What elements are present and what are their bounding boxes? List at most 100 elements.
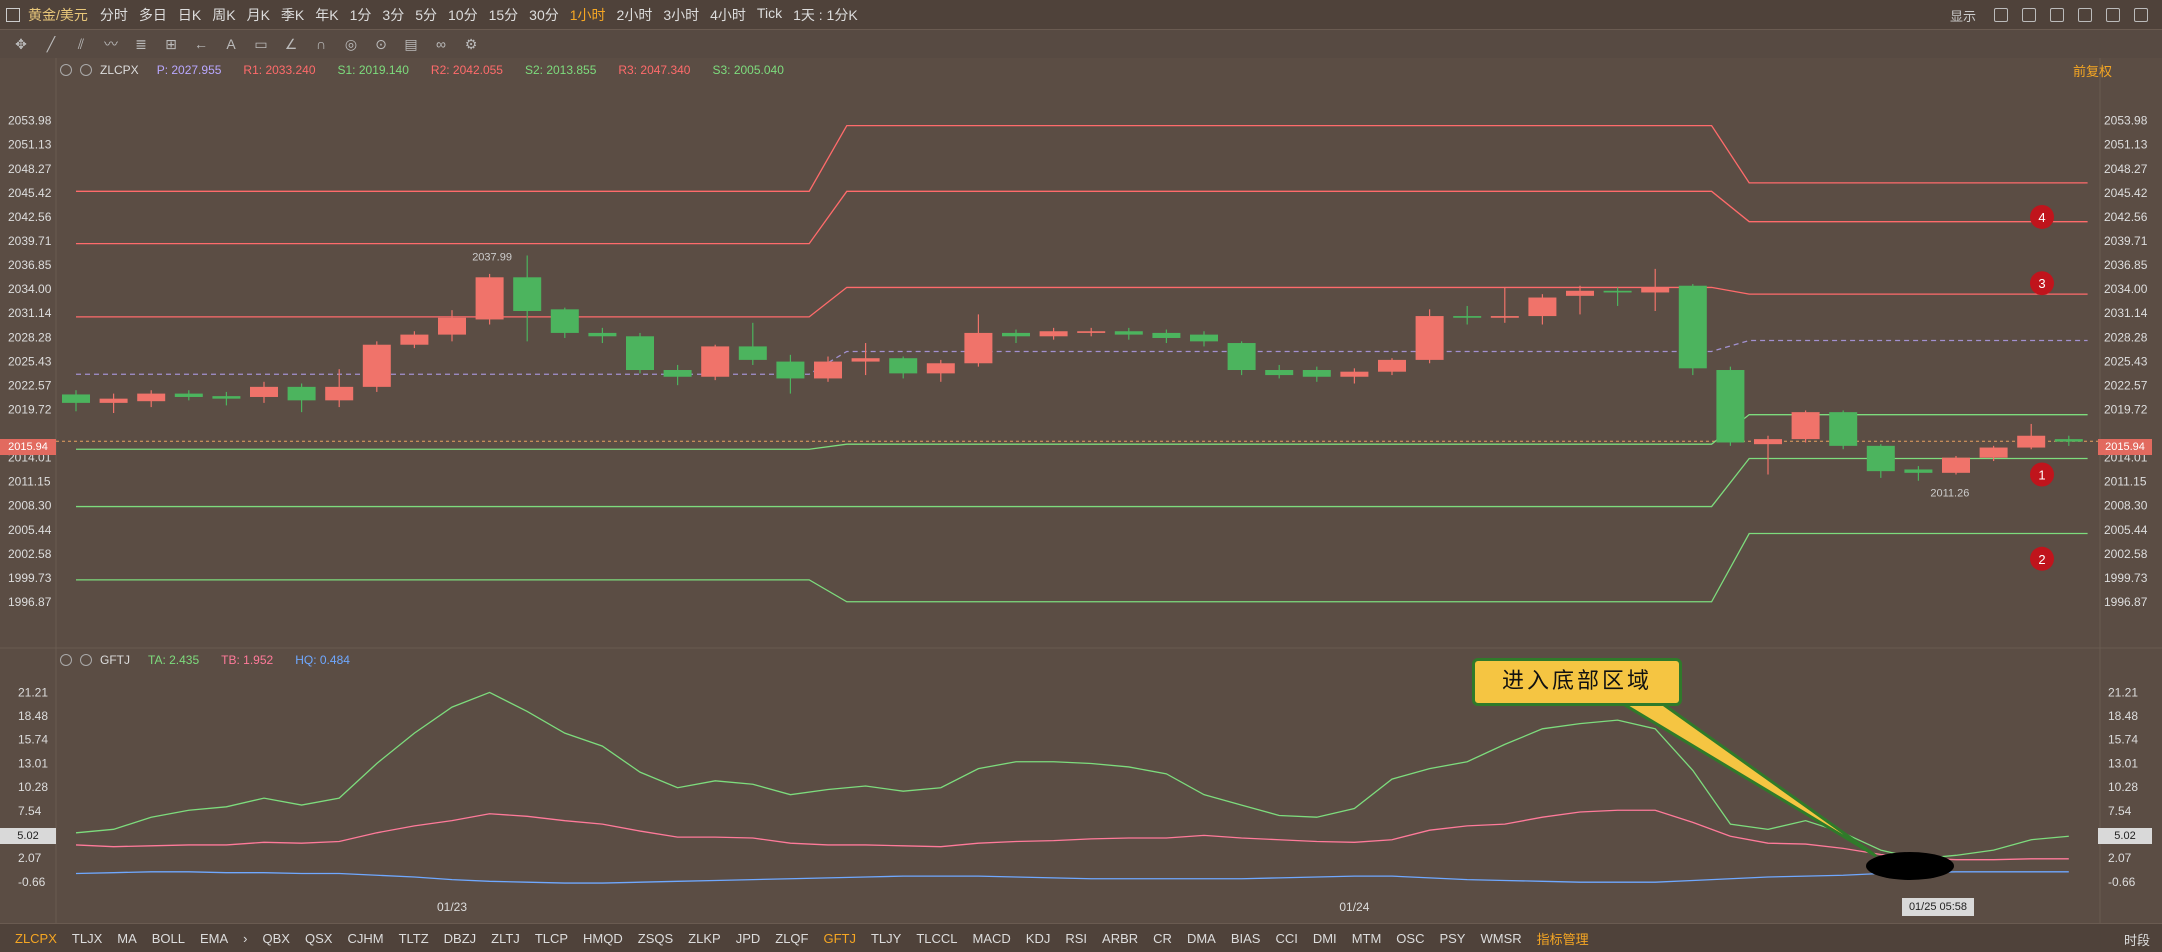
indicator-tab[interactable]: MA [117, 931, 137, 946]
indicator-tab[interactable]: GFTJ [823, 931, 856, 946]
indicator-tab[interactable]: OSC [1396, 931, 1424, 946]
period-tab[interactable]: 分时 [100, 5, 128, 25]
indicator-tab[interactable]: ZLQF [775, 931, 808, 946]
gear-icon[interactable]: ⚙ [462, 35, 480, 53]
indicator-tab[interactable]: DMI [1313, 931, 1337, 946]
period-tab[interactable]: 1分 [350, 5, 372, 25]
sub-legend-settings-icon[interactable] [60, 654, 72, 666]
indicator-tab[interactable]: TLJX [72, 931, 102, 946]
indicator-tab[interactable]: KDJ [1026, 931, 1051, 946]
sub-legend-indicator-name[interactable]: GFTJ [100, 653, 130, 667]
top-right-controls: 显示 [1950, 0, 2162, 30]
line-tool-icon[interactable]: ╱ [42, 35, 60, 53]
y-tick-right: 2011.15 [2104, 475, 2147, 489]
candle-body [1829, 412, 1858, 446]
hide-icon[interactable]: ◎ [342, 35, 360, 53]
period-tab[interactable]: 15分 [489, 5, 519, 25]
period-tab[interactable]: 1天 : 1分K [793, 5, 858, 25]
period-tab[interactable]: 5分 [415, 5, 437, 25]
indicator-tab[interactable]: EMA [200, 931, 228, 946]
wave-tool-icon[interactable]: 〰 [102, 35, 120, 53]
indicator-tab[interactable]: TLCCL [916, 931, 957, 946]
indicator-tab[interactable]: TLJY [871, 931, 901, 946]
indicator-tab[interactable]: ARBR [1102, 931, 1138, 946]
indicator-tab[interactable]: DBZJ [444, 931, 477, 946]
period-tab[interactable]: 多日 [139, 5, 167, 25]
arrow-tool-icon[interactable]: ← [192, 35, 210, 53]
period-tab[interactable]: 3小时 [663, 5, 699, 25]
series-tb [75, 809, 2069, 861]
indicator-tab[interactable]: TLCP [535, 931, 568, 946]
period-tab[interactable]: 周K [212, 5, 235, 25]
indicator-tab[interactable]: ZSQS [638, 931, 673, 946]
y-tick-right: 2034.00 [2104, 282, 2148, 296]
indicator-tab[interactable]: HMQD [583, 931, 623, 946]
move-icon[interactable]: ✥ [12, 35, 30, 53]
edit-icon[interactable] [2078, 8, 2092, 22]
indicator-tab[interactable]: ZLKP [688, 931, 721, 946]
period-tab[interactable]: 10分 [448, 5, 478, 25]
indicator-tab[interactable]: RSI [1065, 931, 1087, 946]
layout-icon[interactable] [6, 7, 20, 22]
y-tick-right: 1999.73 [2104, 571, 2148, 585]
fullscreen-icon[interactable] [2106, 8, 2120, 22]
indicator-tab[interactable]: MACD [973, 931, 1011, 946]
symbol-selector[interactable]: 黄金/美元 [28, 5, 88, 25]
indicator-tab[interactable]: DMA [1187, 931, 1216, 946]
indicator-tab[interactable]: MTM [1352, 931, 1382, 946]
chart-canvas[interactable]: 2053.98 2053.98 2051.13 2051.13 2048.27 2048.… [0, 58, 2162, 923]
indicator-tab[interactable]: QSX [305, 931, 332, 946]
measure-tool-icon[interactable]: ∠ [282, 35, 300, 53]
y-tick-left: 1999.73 [8, 571, 52, 585]
indicator-tab[interactable]: WMSR [1480, 931, 1521, 946]
indicator-tab[interactable]: ZLCPX [15, 931, 57, 946]
y-tick-right: 2048.27 [2104, 162, 2148, 176]
legend-settings-icon[interactable] [60, 64, 72, 76]
indicator-tab[interactable]: QBX [263, 931, 290, 946]
indicator-tab[interactable]: ZLTJ [491, 931, 520, 946]
gann-tool-icon[interactable]: ⊞ [162, 35, 180, 53]
period-tab[interactable]: 日K [178, 5, 201, 25]
expand-icon[interactable] [2134, 8, 2148, 22]
text-tool-icon[interactable]: A [222, 35, 240, 53]
candle-body [1265, 370, 1294, 376]
sub-y-tick-right: 7.54 [2108, 804, 2132, 818]
candle-body [1453, 316, 1482, 318]
period-tab[interactable]: 3分 [382, 5, 404, 25]
period-tab[interactable]: 季K [281, 5, 304, 25]
period-tab[interactable]: 1小时 [570, 5, 606, 25]
lock-icon[interactable]: ⊙ [372, 35, 390, 53]
link-icon[interactable]: ∞ [432, 35, 450, 53]
indicator-tab[interactable]: CJHM [347, 931, 383, 946]
session-label[interactable]: 时段 [2124, 930, 2150, 949]
indicator-tab[interactable]: PSY [1439, 931, 1465, 946]
channel-tool-icon[interactable]: ⫽ [72, 35, 90, 53]
indicator-tab[interactable]: JPD [736, 931, 761, 946]
indicator-tab[interactable]: BOLL [152, 931, 185, 946]
display-menu[interactable]: 显示 [1950, 6, 1976, 25]
period-tab[interactable]: 4小时 [710, 5, 746, 25]
trash-icon[interactable]: ▤ [402, 35, 420, 53]
indicator-tab[interactable]: TLTZ [399, 931, 429, 946]
camera-icon[interactable] [2050, 8, 2064, 22]
indicator-tab[interactable]: CR [1153, 931, 1172, 946]
period-tab[interactable]: 月K [247, 5, 270, 25]
magnet-icon[interactable]: ∩ [312, 35, 330, 53]
comment-tool-icon[interactable]: ▭ [252, 35, 270, 53]
period-tab[interactable]: 30分 [529, 5, 559, 25]
settings-icon[interactable] [1994, 8, 2008, 22]
top-toolbar: 黄金/美元 分时 多日 日K 周K 月K 季K 年K 1分 3分 5分 10分 15分 30分 1小时 2小… [0, 0, 2162, 30]
indicator-tab[interactable]: › [243, 931, 247, 946]
period-tab[interactable]: 2小时 [617, 5, 653, 25]
indicator-tab[interactable]: CCI [1275, 931, 1297, 946]
legend-close-icon[interactable] [80, 64, 92, 76]
period-tab[interactable]: Tick [757, 5, 782, 25]
fib-tool-icon[interactable]: ≣ [132, 35, 150, 53]
window-icon[interactable] [2022, 8, 2036, 22]
legend-indicator-name[interactable]: ZLCPX [100, 63, 139, 77]
period-tab[interactable]: 年K [315, 5, 338, 25]
price-adjust-label[interactable]: 前复权 [2073, 61, 2112, 80]
sub-legend-close-icon[interactable] [80, 654, 92, 666]
indicator-tab[interactable]: 指标管理 [1537, 929, 1589, 948]
indicator-tab[interactable]: BIAS [1231, 931, 1261, 946]
